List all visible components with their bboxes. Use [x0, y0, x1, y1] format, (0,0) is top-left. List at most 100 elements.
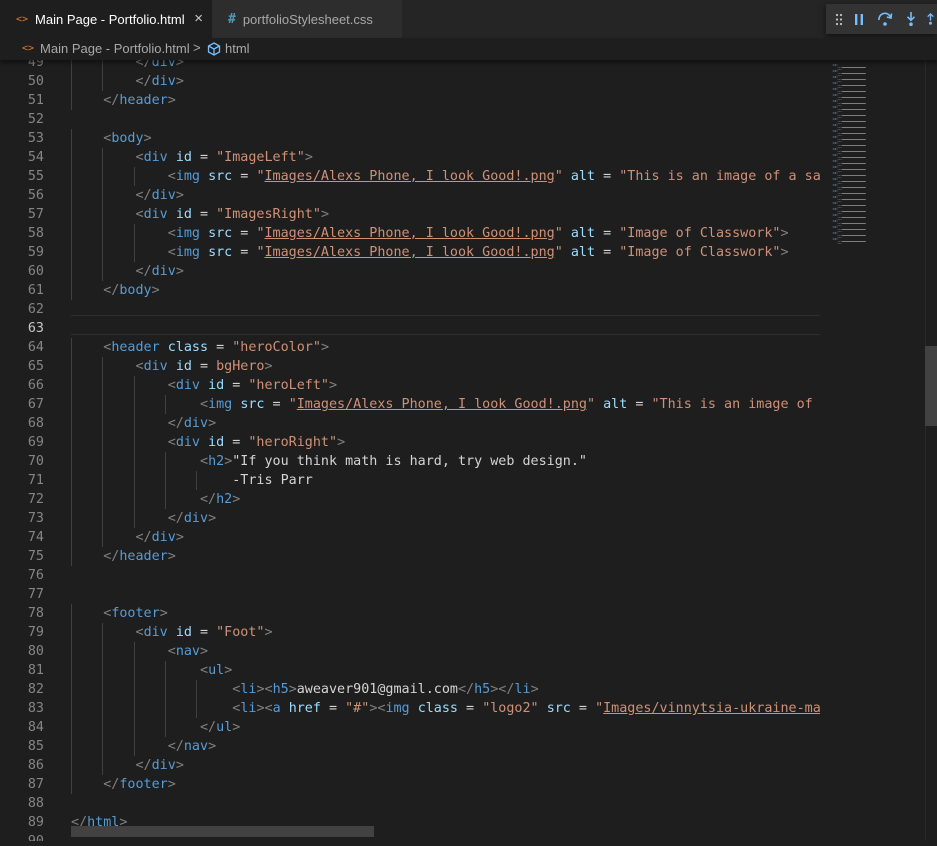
- code-line[interactable]: 72 </h2>: [0, 490, 820, 509]
- code-line[interactable]: 55 <img src = "Images/Alexs Phone, I loo…: [0, 167, 820, 186]
- tab-main-page-html[interactable]: <> Main Page - Portfolio.html ×: [0, 0, 212, 38]
- vertical-scrollbar[interactable]: [925, 60, 937, 841]
- code-line[interactable]: 53 <body>: [0, 129, 820, 148]
- code-line[interactable]: 65 <div id = bgHero>: [0, 357, 820, 376]
- minimap-mark: [840, 211, 841, 212]
- code-line[interactable]: 57 <div id = "ImagesRight">: [0, 205, 820, 224]
- minimap-mark: [837, 103, 839, 104]
- minimap-mark: [832, 161, 834, 162]
- code-line[interactable]: 49 </div>: [0, 60, 820, 72]
- minimap-mark: [836, 155, 838, 156]
- code-line[interactable]: 75 </header>: [0, 547, 820, 566]
- line-number: 60: [27, 264, 44, 279]
- code-line[interactable]: 71 -Tris Parr: [0, 471, 820, 490]
- minimap-mark: [841, 205, 866, 206]
- code-line[interactable]: 87 </footer>: [0, 775, 820, 794]
- minimap-mark: [832, 173, 834, 174]
- vertical-scrollbar-thumb[interactable]: [925, 346, 937, 426]
- code-line[interactable]: 52: [0, 110, 820, 129]
- code-line[interactable]: 51 </header>: [0, 91, 820, 110]
- code-line[interactable]: 79 <div id = "Foot">: [0, 623, 820, 642]
- step-out-icon[interactable]: [924, 4, 937, 34]
- minimap-mark: [837, 129, 839, 130]
- step-over-icon[interactable]: [874, 4, 896, 34]
- code-line[interactable]: 54 <div id = "ImageLeft">: [0, 148, 820, 167]
- breadcrumb-file[interactable]: <> Main Page - Portfolio.html: [22, 41, 190, 56]
- minimap-mark: [841, 195, 842, 196]
- code-token: "Foot": [216, 625, 265, 640]
- code-line[interactable]: 68 </div>: [0, 414, 820, 433]
- code-line[interactable]: 69 <div id = "heroRight">: [0, 433, 820, 452]
- code-line[interactable]: 56 </div>: [0, 186, 820, 205]
- code-line[interactable]: 70 <h2>"If you think math is hard, try w…: [0, 452, 820, 471]
- code-token: >: [175, 60, 184, 70]
- drag-handle-icon[interactable]: [832, 4, 846, 34]
- code-token: src: [208, 226, 233, 241]
- line-number: 82: [27, 682, 44, 697]
- code-line[interactable]: 66 <div id = "heroLeft">: [0, 376, 820, 395]
- code-line[interactable]: 67 <img src = "Images/Alexs Phone, I loo…: [0, 395, 820, 414]
- minimap-mark: [836, 82, 838, 83]
- minimap-mark: [837, 75, 839, 76]
- code-line[interactable]: 61 </body>: [0, 281, 820, 300]
- minimap-mark: [839, 159, 841, 160]
- code-line[interactable]: 86 </div>: [0, 756, 820, 775]
- code-line[interactable]: 58 <img src = "Images/Alexs Phone, I loo…: [0, 224, 820, 243]
- close-icon[interactable]: ×: [194, 11, 203, 26]
- code-token: "ImagesRight": [216, 207, 321, 222]
- code-token: h2: [208, 454, 225, 469]
- minimap-mark: [836, 143, 838, 144]
- line-number: 53: [27, 131, 44, 146]
- code-line[interactable]: 59 <img src = "Images/Alexs Phone, I loo…: [0, 243, 820, 262]
- code-text: </div>: [71, 262, 184, 281]
- code-line[interactable]: 76: [0, 566, 820, 585]
- code-token: =: [208, 340, 233, 355]
- minimap-mark: [841, 157, 866, 158]
- code-line[interactable]: 80 <nav>: [0, 642, 820, 661]
- code-token: footer: [111, 606, 160, 621]
- minimap-mark: [832, 118, 834, 119]
- code-token: >: [780, 245, 789, 260]
- code-line[interactable]: 62: [0, 300, 820, 319]
- code-line[interactable]: 78 <footer>: [0, 604, 820, 623]
- code-line[interactable]: 50 </div>: [0, 72, 820, 91]
- minimap-mark: [841, 93, 842, 94]
- code-line[interactable]: 85 </nav>: [0, 737, 820, 756]
- code-token: a: [272, 701, 281, 716]
- minimap-mark: [832, 238, 834, 239]
- code-token: href: [288, 701, 321, 716]
- code-token: =: [224, 378, 249, 393]
- line-number: 55: [27, 169, 44, 184]
- code-line[interactable]: 84 </ul>: [0, 718, 820, 737]
- code-token: <: [167, 169, 176, 184]
- tab-portfolio-stylesheet-css[interactable]: # portfolioStylesheet.css: [212, 0, 402, 38]
- breadcrumb-element[interactable]: html: [207, 41, 250, 56]
- code-line[interactable]: 83 <li><a href = "#"><img class = "logo2…: [0, 699, 820, 718]
- minimap-mark: [837, 235, 839, 236]
- minimap[interactable]: [820, 60, 925, 841]
- horizontal-scrollbar-thumb[interactable]: [71, 826, 374, 837]
- code-line[interactable]: 60 </div>: [0, 262, 820, 281]
- step-into-icon[interactable]: [900, 4, 922, 34]
- code-text: -Tris Parr: [71, 471, 313, 490]
- css-file-icon: #: [228, 11, 236, 27]
- code-line[interactable]: 63: [0, 319, 820, 338]
- minimap-mark: [840, 241, 841, 242]
- line-number: 77: [27, 587, 44, 602]
- code-line[interactable]: 64 <header class = "heroColor">: [0, 338, 820, 357]
- code-line[interactable]: 73 </div>: [0, 509, 820, 528]
- minimap-mark: [841, 91, 866, 92]
- code-token: >: [224, 663, 233, 678]
- code-editor[interactable]: 49 </div> 50 </div> 51 </header> 52 53 <body…: [0, 60, 820, 841]
- code-line[interactable]: 82 <li><h5>aweaver901@gmail.com</h5></li…: [0, 680, 820, 699]
- code-token: class: [167, 340, 209, 355]
- pause-icon[interactable]: [848, 4, 870, 34]
- code-line[interactable]: 88: [0, 794, 820, 813]
- minimap-mark: [836, 172, 838, 173]
- code-line[interactable]: 74 </div>: [0, 528, 820, 547]
- code-line[interactable]: 77: [0, 585, 820, 604]
- code-line[interactable]: 81 <ul>: [0, 661, 820, 680]
- minimap-mark: [841, 75, 842, 76]
